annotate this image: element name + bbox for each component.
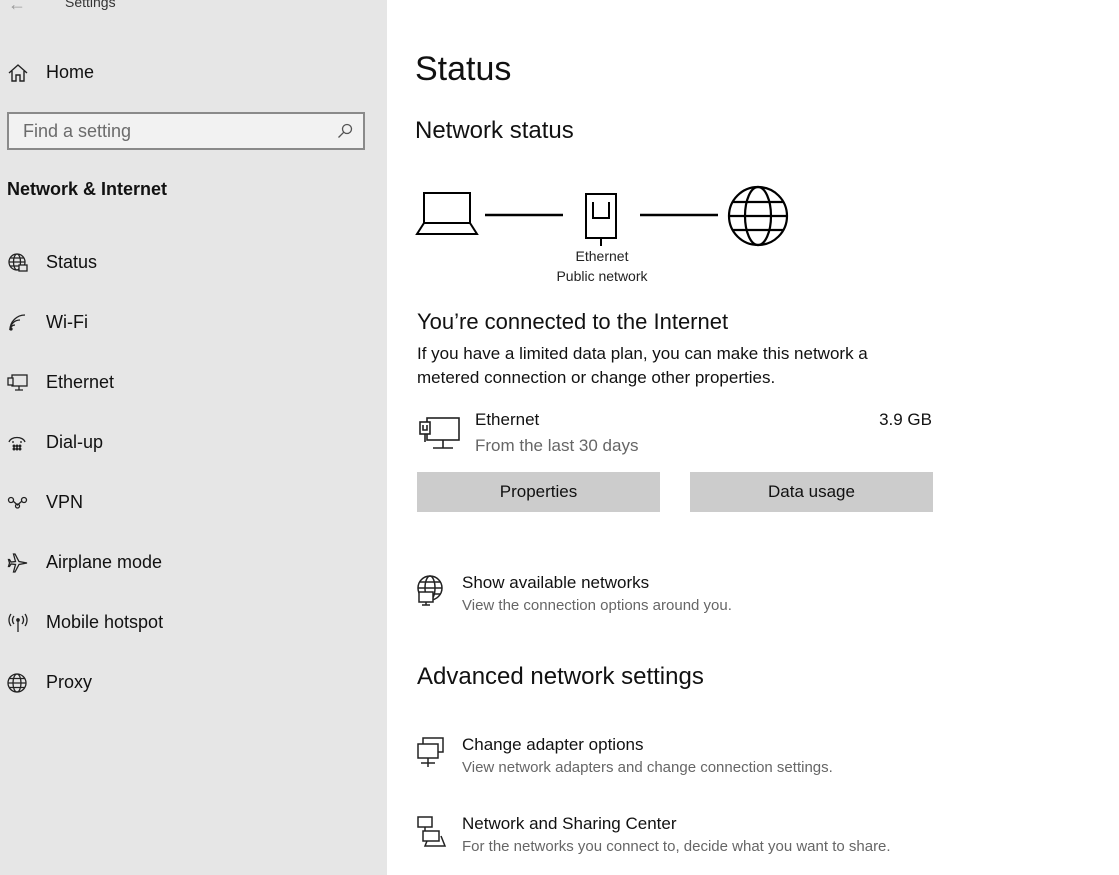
sidebar-item-wifi[interactable]: Wi-Fi: [0, 306, 387, 340]
airplane-icon: [7, 552, 29, 574]
sidebar-item-label: VPN: [46, 492, 84, 512]
sidebar-item-label: Airplane mode: [46, 552, 163, 572]
adapter-usage: 3.9 GB: [879, 410, 932, 429]
main-content: Status Network status Ethernet Public ne…: [387, 0, 1119, 875]
link-title[interactable]: Change adapter options: [462, 735, 643, 755]
sidebar-item-vpn[interactable]: VPN: [0, 486, 387, 520]
diagram-adapter-name: Ethernet: [575, 248, 629, 264]
hotspot-icon: [7, 612, 29, 634]
adapter-name: Ethernet: [475, 410, 540, 429]
sidebar-item-hotspot[interactable]: Mobile hotspot: [0, 606, 387, 640]
connected-description: If you have a limited data plan, you can…: [417, 344, 868, 387]
network-diagram: Ethernet Public network: [415, 180, 795, 290]
adapter-usage-row: Ethernet From the last 30 days 3.9 GB: [417, 408, 937, 464]
globe-network-icon: [415, 573, 449, 607]
sidebar-item-label: Proxy: [46, 672, 93, 692]
back-arrow-icon[interactable]: ←: [8, 0, 26, 15]
page-title: Status: [415, 50, 512, 88]
section-heading: Network & Internet: [7, 179, 168, 199]
laptop-icon: [415, 192, 479, 235]
connected-title: You’re connected to the Internet: [417, 309, 729, 334]
internet-globe-icon: [727, 185, 789, 247]
properties-button[interactable]: Properties: [417, 472, 660, 512]
sidebar-item-ethernet[interactable]: Ethernet: [0, 366, 387, 400]
ethernet-port-icon: [585, 193, 617, 246]
link-description: For the networks you connect to, decide …: [462, 838, 891, 855]
sharing-center-link[interactable]: Network and Sharing Center For the netwo…: [415, 814, 975, 864]
link-title[interactable]: Network and Sharing Center: [462, 814, 677, 834]
network-status-heading: Network status: [415, 117, 574, 144]
sidebar-item-home[interactable]: Home: [0, 58, 387, 88]
sidebar-item-label: Home: [46, 62, 95, 82]
search-icon[interactable]: [337, 123, 353, 139]
status-globe-icon: [7, 252, 29, 274]
sidebar-item-status[interactable]: Status: [0, 246, 387, 280]
vpn-icon: [7, 492, 29, 514]
sidebar-item-label: Ethernet: [46, 372, 115, 392]
sidebar-item-label: Dial-up: [46, 432, 104, 452]
sidebar-item-label: Status: [46, 252, 98, 272]
diagram-network-type: Public network: [556, 268, 648, 284]
sidebar-item-dialup[interactable]: Dial-up: [0, 426, 387, 460]
home-icon: [7, 62, 29, 84]
sidebar: ← Settings Home Network & Internet Statu…: [0, 0, 387, 875]
search-box[interactable]: [7, 112, 365, 150]
ethernet-adapter-icon: [417, 412, 463, 452]
data-usage-button[interactable]: Data usage: [690, 472, 933, 512]
sidebar-item-label: Wi-Fi: [46, 312, 88, 332]
sidebar-item-label: Mobile hotspot: [46, 612, 164, 632]
advanced-heading: Advanced network settings: [417, 663, 704, 690]
sidebar-item-airplane[interactable]: Airplane mode: [0, 546, 387, 580]
wifi-icon: [7, 312, 29, 334]
globe-icon: [7, 672, 29, 694]
app-title: Settings: [65, 0, 116, 10]
sidebar-item-proxy[interactable]: Proxy: [0, 666, 387, 700]
adapter-options-icon: [415, 735, 449, 769]
show-networks-link[interactable]: Show available networks View the connect…: [415, 573, 975, 623]
link-title[interactable]: Show available networks: [462, 573, 649, 593]
adapter-period: From the last 30 days: [475, 436, 639, 455]
search-input[interactable]: [9, 114, 333, 148]
link-description: View network adapters and change connect…: [462, 759, 833, 776]
change-adapter-link[interactable]: Change adapter options View network adap…: [415, 735, 975, 785]
link-description: View the connection options around you.: [462, 597, 732, 614]
dialup-icon: [7, 432, 29, 454]
ethernet-icon: [7, 372, 29, 394]
sharing-center-icon: [415, 814, 449, 848]
